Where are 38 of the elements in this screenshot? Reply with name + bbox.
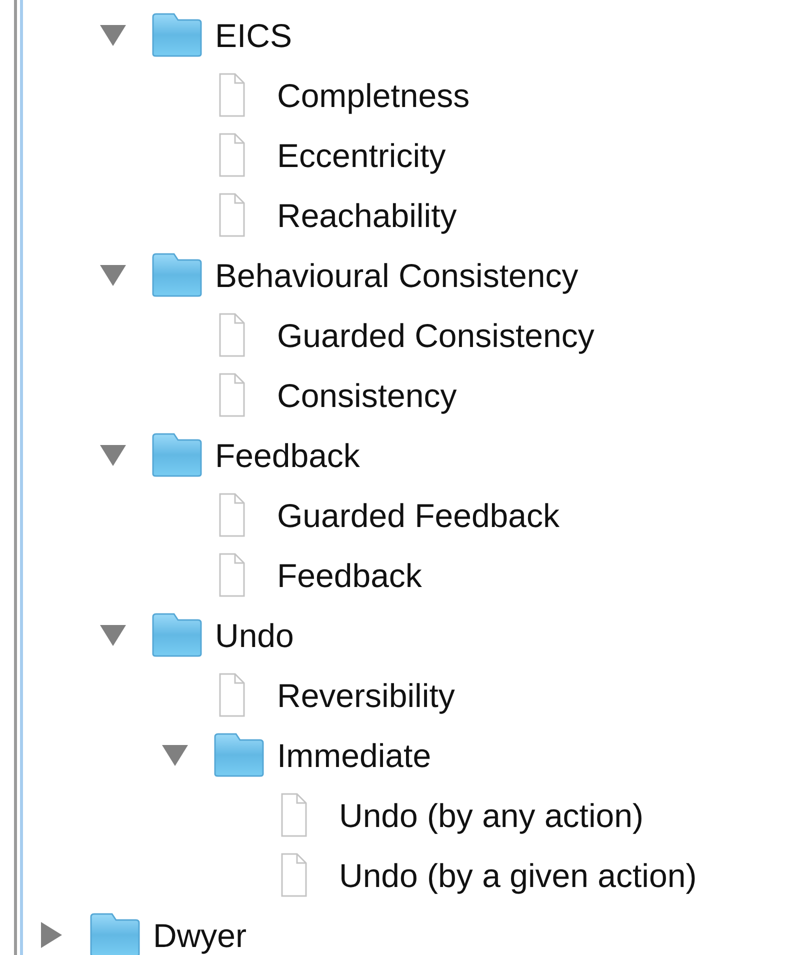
tree-item-label[interactable]: Undo (by a given action) — [339, 858, 697, 892]
tree-item-label[interactable]: EICS — [215, 18, 292, 52]
tree-item-label[interactable]: Feedback — [277, 558, 422, 592]
folder-icon — [152, 433, 202, 477]
file-icon — [219, 373, 245, 417]
tree-item-label[interactable]: Guarded Consistency — [277, 318, 594, 352]
file-icon — [219, 673, 245, 717]
tree-item-label[interactable]: Feedback — [215, 438, 360, 472]
tree-item-label[interactable]: Eccentricity — [277, 138, 446, 172]
collapse-arrow-icon[interactable] — [162, 742, 188, 768]
collapse-arrow-icon[interactable] — [100, 442, 126, 468]
folder-icon — [152, 613, 202, 657]
collapse-arrow-icon[interactable] — [100, 262, 126, 288]
collapse-arrow-icon[interactable] — [100, 22, 126, 48]
folder-icon — [152, 13, 202, 57]
folder-icon — [214, 733, 264, 777]
tree-item-label[interactable]: Immediate — [277, 738, 432, 772]
file-icon — [281, 853, 307, 897]
expand-arrow-icon[interactable] — [38, 922, 64, 948]
tree-item-label[interactable]: Undo (by any action) — [339, 798, 644, 832]
tree-item-label[interactable]: Reachability — [277, 198, 457, 232]
tree-item-label[interactable]: Dwyer — [153, 918, 247, 952]
file-icon — [219, 553, 245, 597]
tree-item-label[interactable]: Guarded Feedback — [277, 498, 560, 532]
file-icon — [281, 793, 307, 837]
collapse-arrow-icon[interactable] — [100, 622, 126, 648]
folder-icon — [90, 913, 140, 955]
file-icon — [219, 493, 245, 537]
tree-item-label[interactable]: Undo — [215, 618, 294, 652]
file-icon — [219, 73, 245, 117]
file-icon — [219, 313, 245, 357]
tree-item-label[interactable]: Completness — [277, 78, 470, 112]
file-icon — [219, 133, 245, 177]
file-icon — [219, 193, 245, 237]
folder-icon — [152, 253, 202, 297]
tree-item-label[interactable]: Behavioural Consistency — [215, 258, 578, 292]
tree-item-label[interactable]: Reversibility — [277, 678, 455, 712]
tree-item-label[interactable]: Consistency — [277, 378, 457, 412]
